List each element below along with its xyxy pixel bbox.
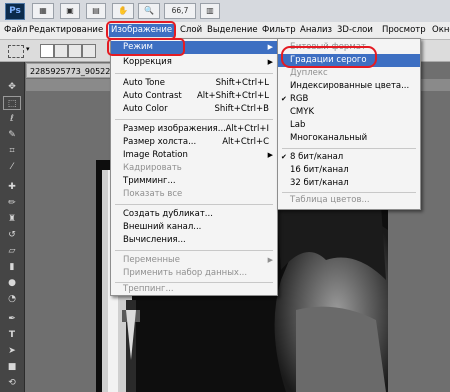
menu-separator	[115, 73, 273, 74]
menu-window[interactable]: Окно	[432, 24, 450, 37]
menu-item-canvas-size[interactable]: Размер холста... Alt+Ctrl+C	[111, 136, 277, 149]
mode-item-rgb[interactable]: ✔ RGB	[278, 93, 420, 106]
menu-separator	[282, 192, 416, 193]
hand-tool-button[interactable]: ✋	[112, 3, 134, 19]
guides-button[interactable]: ▤	[86, 3, 106, 19]
menu-3d[interactable]: 3D-слои	[337, 24, 373, 37]
move-tool-icon[interactable]: ✥	[3, 80, 21, 94]
menu-separator	[115, 204, 273, 205]
menu-item-variables[interactable]: Переменные ▶	[111, 254, 277, 267]
annotation-highlight-grayscale	[281, 46, 377, 68]
clone-stamp-icon[interactable]: ♜	[3, 212, 21, 226]
subtract-selection-icon[interactable]	[68, 44, 82, 58]
marquee-tool-icon[interactable]	[8, 45, 24, 58]
rectangular-marquee-icon[interactable]: ⬚	[3, 96, 21, 110]
mode-item-lab[interactable]: Lab	[278, 119, 420, 132]
mode-item-16bit[interactable]: 16 бит/канал	[278, 164, 420, 177]
check-icon: ✔	[281, 153, 287, 161]
menu-file[interactable]: Файл	[4, 24, 27, 37]
3d-rotate-icon[interactable]: ⟲	[3, 376, 21, 390]
new-selection-icon[interactable]	[40, 44, 54, 58]
blur-tool-icon[interactable]: ●	[3, 276, 21, 290]
menu-item-auto-color[interactable]: Auto Color Shift+Ctrl+B	[111, 103, 277, 116]
menu-item-calculations[interactable]: Вычисления...	[111, 234, 277, 247]
menu-separator	[115, 250, 273, 251]
quick-select-icon[interactable]: ✎	[3, 128, 21, 142]
menu-item-auto-contrast[interactable]: Auto Contrast Alt+Shift+Ctrl+L	[111, 90, 277, 103]
chevron-right-icon: ▶	[267, 151, 273, 159]
chevron-down-icon[interactable]: ▾	[26, 45, 34, 56]
brush-tool-icon[interactable]: ✏	[3, 196, 21, 210]
bridge-button[interactable]: ▦	[32, 3, 54, 19]
pen-tool-icon[interactable]: ✒	[3, 312, 21, 326]
check-icon: ✔	[281, 95, 287, 103]
menu-separator	[282, 148, 416, 149]
application-bar: Ps ▦ ▣ ▤ ✋ 🔍 66,7 ▥	[0, 0, 450, 23]
gradient-tool-icon[interactable]: ▮	[3, 260, 21, 274]
menu-item-trim[interactable]: Тримминг...	[111, 175, 277, 188]
path-selection-icon[interactable]: ➤	[3, 344, 21, 358]
menu-item-auto-tone[interactable]: Auto Tone Shift+Ctrl+L	[111, 77, 277, 90]
eraser-tool-icon[interactable]: ▱	[3, 244, 21, 258]
chevron-right-icon: ▶	[267, 58, 273, 66]
minibridge-button[interactable]: ▣	[60, 3, 80, 19]
menu-item-duplicate[interactable]: Создать дубликат...	[111, 208, 277, 221]
toolbox: ✥ ⬚ ℓ ✎ ⌗ ⁄ ✚ ✏ ♜ ↺ ▱ ▮ ● ◔ ✒ T ➤ ■ ⟲	[0, 62, 25, 392]
history-brush-icon[interactable]: ↺	[3, 228, 21, 242]
menu-item-trap[interactable]: Треппинг...	[111, 283, 277, 296]
mode-item-indexed-color[interactable]: Индексированные цвета...	[278, 80, 420, 93]
menu-item-image-size[interactable]: Размер изображения... Alt+Ctrl+I	[111, 123, 277, 136]
arrange-documents-button[interactable]: ▥	[200, 3, 220, 19]
photoshop-logo: Ps	[5, 3, 25, 20]
mode-item-duotone[interactable]: Дуплекс	[278, 67, 420, 80]
shape-tool-icon[interactable]: ■	[3, 360, 21, 374]
add-selection-icon[interactable]	[54, 44, 68, 58]
menu-item-image-rotation[interactable]: Image Rotation ▶	[111, 149, 277, 162]
chevron-right-icon: ▶	[267, 43, 273, 51]
healing-brush-icon[interactable]: ✚	[3, 180, 21, 194]
dodge-tool-icon[interactable]: ◔	[3, 292, 21, 306]
mode-item-color-table[interactable]: Таблица цветов...	[278, 194, 420, 207]
menu-edit[interactable]: Редактирование	[29, 24, 103, 37]
menu-item-reveal-all[interactable]: Показать все	[111, 188, 277, 201]
menu-view[interactable]: Просмотр	[382, 24, 426, 37]
menu-item-apply-image[interactable]: Внешний канал...	[111, 221, 277, 234]
lasso-tool-icon[interactable]: ℓ	[3, 112, 21, 126]
menu-separator	[115, 119, 273, 120]
mode-item-32bit[interactable]: 32 бит/канал	[278, 177, 420, 190]
type-tool-icon[interactable]: T	[3, 328, 21, 342]
menu-item-apply-data-set[interactable]: Применить набор данных...	[111, 267, 277, 280]
zoom-level[interactable]: 66,7	[164, 3, 196, 19]
menu-analysis[interactable]: Анализ	[300, 24, 332, 37]
image-menu-dropdown: Режим ▶ Коррекция ▶ Auto Tone Shift+Ctrl…	[110, 38, 278, 296]
intersect-selection-icon[interactable]	[82, 44, 96, 58]
crop-tool-icon[interactable]: ⌗	[3, 144, 21, 158]
annotation-highlight-mode-item	[107, 38, 185, 56]
menu-item-adjustments[interactable]: Коррекция ▶	[111, 56, 277, 69]
menu-filter[interactable]: Фильтр	[262, 24, 296, 37]
mode-item-8bit[interactable]: ✔ 8 бит/канал	[278, 151, 420, 164]
mode-item-multichannel[interactable]: Многоканальный	[278, 132, 420, 145]
menu-select[interactable]: Выделение	[207, 24, 258, 37]
chevron-right-icon: ▶	[267, 256, 273, 264]
eyedropper-icon[interactable]: ⁄	[3, 160, 21, 174]
menu-item-crop[interactable]: Кадрировать	[111, 162, 277, 175]
zoom-tool-button[interactable]: 🔍	[138, 3, 160, 19]
mode-item-cmyk[interactable]: CMYK	[278, 106, 420, 119]
menu-layer[interactable]: Слой	[180, 24, 202, 37]
